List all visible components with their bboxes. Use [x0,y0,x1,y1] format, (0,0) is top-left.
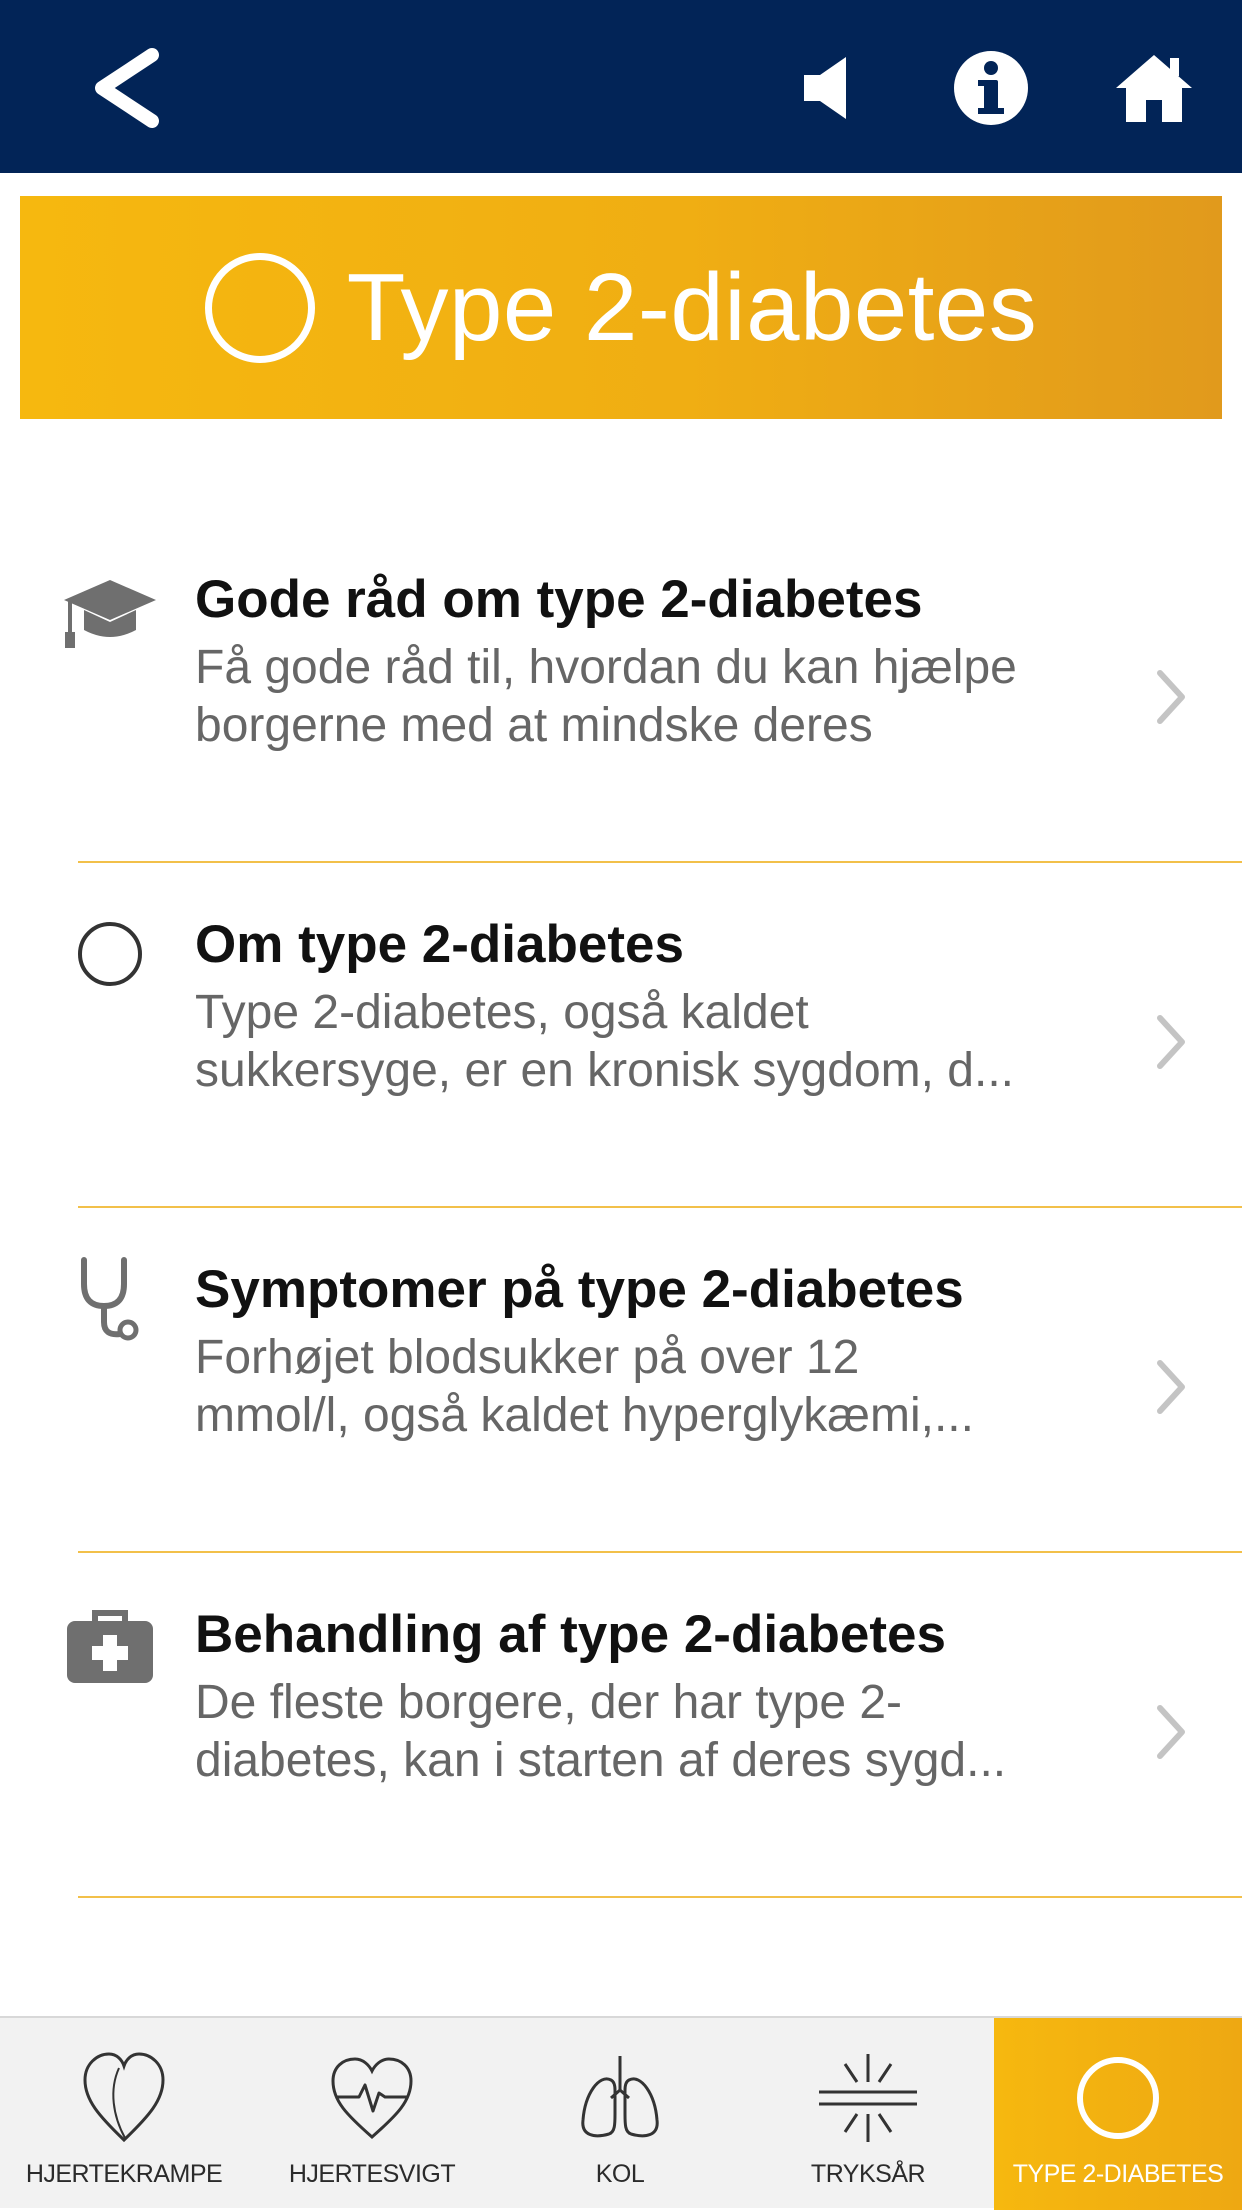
info-icon [953,50,1028,125]
first-aid-kit-icon [60,1602,160,1692]
list-item-behandling[interactable]: Behandling af type 2-diabetes De fleste … [0,1554,1242,1899]
top-nav-bar [0,0,1242,173]
bottom-tab-bar: HJERTEKRAMPE HJERTESVIGT KOL TRYKSÅR TYP… [0,2016,1242,2210]
ring-icon [1073,2048,1163,2148]
list-item-gode-raad[interactable]: Gode råd om type 2-diabetes Få gode råd … [0,519,1242,864]
tab-kol[interactable]: KOL [496,2018,744,2210]
graduation-cap-icon [60,569,160,659]
heart-pulse-icon [327,2048,417,2148]
home-button[interactable] [1108,45,1200,130]
tab-hjertekrampe[interactable]: HJERTEKRAMPE [0,2018,248,2210]
tab-hjertesvigt[interactable]: HJERTESVIGT [248,2018,496,2210]
lungs-icon [575,2048,665,2148]
tab-label: HJERTESVIGT [288,2160,456,2188]
sound-button[interactable] [790,45,870,130]
speaker-icon [804,56,846,119]
tab-tryksaar[interactable]: TRYKSÅR [744,2018,992,2210]
home-icon [1116,54,1192,122]
item-description: Få gode råd til, hvordan du kan hjælpe b… [195,641,1017,752]
stethoscope-icon [60,1254,160,1344]
item-title: Behandling af type 2-diabetes [195,1605,946,1664]
info-button[interactable] [948,45,1033,130]
list-item-symptomer[interactable]: Symptomer på type 2-diabetes Forhøjet bl… [0,1209,1242,1554]
tab-label: KOL [595,2160,645,2188]
tab-label: TRYKSÅR [810,2160,926,2188]
tab-label: TYPE 2-DIABETES [1012,2160,1224,2188]
tab-label: HJERTEKRAMPE [25,2160,223,2188]
back-button[interactable] [70,40,180,135]
divider [78,861,1242,863]
list-item-om-diabetes[interactable]: Om type 2-diabetes Type 2-diabetes, også… [0,864,1242,1209]
chevron-right-icon [1157,1015,1185,1069]
item-description: Forhøjet blodsukker på over 12 mmol/l, o… [195,1331,974,1442]
item-title: Gode råd om type 2-diabetes [195,570,923,629]
pressure-icon [813,2048,923,2148]
divider [78,1896,1242,1898]
divider [78,1206,1242,1208]
item-description: Type 2-diabetes, også kaldet sukkersyge,… [195,986,1014,1097]
page-title: Type 2-diabetes [346,253,1038,361]
divider [78,1551,1242,1553]
chevron-right-icon [1157,1705,1185,1759]
tab-type-2-diabetes[interactable]: TYPE 2-DIABETES [994,2018,1242,2210]
chevron-right-icon [1157,670,1185,724]
chevron-right-icon [1157,1360,1185,1414]
item-title: Om type 2-diabetes [195,915,684,974]
ring-icon [204,252,315,363]
item-description: De fleste borgere, der har type 2- diabe… [195,1676,1007,1787]
chevron-left-icon [95,47,159,128]
item-title: Symptomer på type 2-diabetes [195,1260,964,1319]
heart-icon [79,2048,169,2148]
section-header-banner: Type 2-diabetes [20,196,1222,419]
circle-icon [60,909,160,999]
